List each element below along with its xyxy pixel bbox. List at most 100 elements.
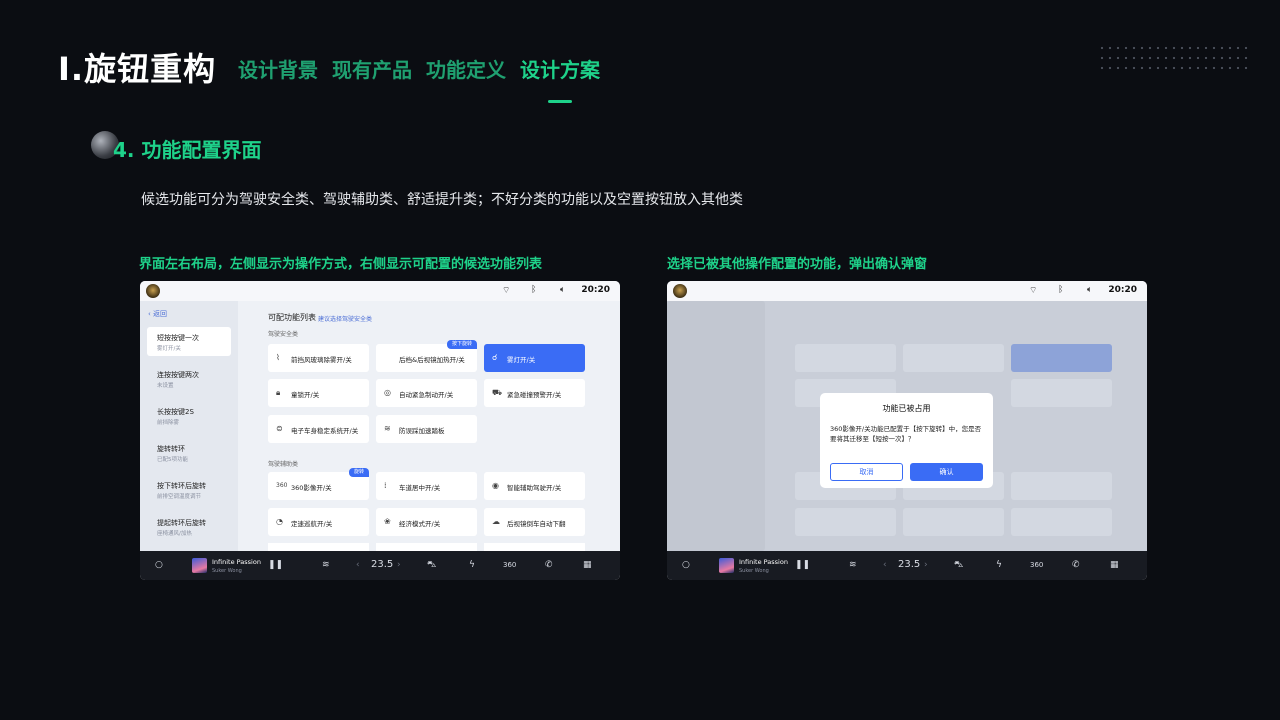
clock: 20:20 (1108, 285, 1137, 295)
function-button[interactable]: 🔒︎ 童锁开/关 (268, 379, 369, 407)
confirm-button[interactable]: 确认 (910, 463, 983, 481)
function-button[interactable]: 按下旋转 后档&后视镜加热开/关 (376, 340, 477, 372)
smart-drive-icon: ◉ (492, 481, 499, 490)
home-icon[interactable]: ○ (682, 560, 690, 570)
function-button[interactable]: ☁ 后视镜倒车自动下翻 (484, 508, 585, 536)
tab-function-definition[interactable]: 功能定义 (426, 54, 506, 83)
category-label: 驾驶辅助类 (268, 461, 299, 468)
defrost-icon: ⌇ (276, 353, 280, 362)
song-title: Infinite Passion (739, 558, 788, 566)
function-button[interactable]: ◉ 智能辅助驾驶开/关 (484, 472, 585, 500)
operation-item[interactable]: 旋转转环 已配5项功能 (147, 438, 231, 467)
function-button[interactable]: ⊜ 电子车身稳定系统开/关 (268, 415, 369, 443)
phone-icon[interactable]: ✆ (545, 560, 553, 570)
function-list-hint: 建议选择驾驶安全类 (318, 316, 373, 323)
function-button[interactable]: 旋转 360 360影像开/关 (268, 468, 369, 500)
function-button[interactable]: ☌ 雾灯开/关 (484, 344, 585, 372)
temperature-value: 23.5 (371, 559, 394, 570)
blurred-button (903, 344, 1004, 372)
bluetooth-icon: ᛒ (531, 285, 537, 295)
home-icon[interactable]: ○ (155, 560, 163, 570)
function-button[interactable]: ◎ 自动紧急制动开/关 (376, 379, 477, 407)
operation-item[interactable]: 按下转环后旋转 前排空调温度调节 (147, 475, 231, 504)
dialog-title: 功能已被占用 (882, 404, 931, 413)
song-artist: Suker Wong (739, 568, 769, 574)
nav-tabs: 设计背景 现有产品 功能定义 设计方案 (238, 54, 600, 83)
blurred-button (1011, 472, 1112, 500)
fan-icon[interactable]: ≋ (849, 560, 857, 570)
mirror-icon: ☁ (492, 517, 500, 526)
pause-icon[interactable]: ❚❚ (268, 560, 283, 570)
function-button[interactable]: ◔ 定速巡航开/关 (268, 508, 369, 536)
section-description: 候选功能可分为驾驶安全类、驾驶辅助类、舒适提升类；不好分类的功能以及空置按钮放入… (141, 192, 743, 208)
avatar[interactable] (146, 284, 160, 298)
blurred-button (1011, 379, 1112, 407)
cruise-icon: ◔ (276, 517, 283, 526)
function-button[interactable]: ≋ 防误踩加速踏板 (376, 415, 477, 443)
chevron-right-icon[interactable]: › (397, 560, 401, 570)
blurred-button (795, 508, 896, 536)
car-icon[interactable]: ⛍ (427, 560, 436, 571)
album-art[interactable] (719, 558, 734, 573)
partial-row (268, 543, 585, 551)
cancel-button[interactable]: 取消 (830, 463, 903, 481)
wifi-icon: ⌔ (502, 286, 511, 296)
blurred-button (903, 508, 1004, 536)
avatar[interactable] (673, 284, 687, 298)
operation-panel: ‹ 返回 短按按键一次 雾灯开/关 连按按键两次 未设置 长按按键2S 前挡除雾… (140, 301, 238, 551)
fog-light-icon: ☌ (492, 353, 498, 362)
function-button[interactable]: ⛟ 紧急碰撞预警开/关 (484, 379, 585, 407)
flash-icon[interactable]: ϟ (469, 560, 475, 570)
volume-icon[interactable]: 🔈︎ (1087, 285, 1092, 295)
confirm-dialog: 功能已被占用 360影像开/关功能已配置于【按下旋转】中，您是否要将其迁移至【短… (820, 393, 993, 488)
operation-item[interactable]: 短按按键一次 雾灯开/关 (147, 327, 231, 356)
chevron-left-icon[interactable]: ‹ (883, 560, 887, 570)
caption-right: 选择已被其他操作配置的功能，弹出确认弹窗 (667, 257, 928, 272)
status-bar: ⌔ ᛒ 🔈︎ 20:20 (140, 281, 620, 301)
pedal-icon: ≋ (384, 424, 391, 433)
dock-bar: ○ Infinite Passion Suker Wong ❚❚ ≋ ‹ 23.… (667, 551, 1147, 580)
dimmed-background[interactable]: 功能已被占用 360影像开/关功能已配置于【按下旋转】中，您是否要将其迁移至【短… (667, 301, 1147, 551)
tab-design-solution[interactable]: 设计方案 (520, 54, 600, 83)
camera-360-icon[interactable]: 360 (1030, 561, 1043, 569)
status-badge: 按下旋转 (446, 340, 477, 349)
decorative-dot-grid (1098, 43, 1248, 73)
function-button[interactable]: ⁞ 车道居中开/关 (376, 472, 477, 500)
status-bar: ⌔ ᛒ 🔈︎ 20:20 (667, 281, 1147, 301)
fan-icon[interactable]: ≋ (322, 560, 330, 570)
album-art[interactable] (192, 558, 207, 573)
apps-icon[interactable]: ▦ (1110, 560, 1119, 570)
phone-icon[interactable]: ✆ (1072, 560, 1080, 570)
blurred-button (1011, 508, 1112, 536)
wifi-icon: ⌔ (1029, 286, 1038, 296)
back-button[interactable]: ‹ 返回 (148, 309, 167, 319)
tab-existing-products[interactable]: 现有产品 (332, 54, 412, 83)
tab-design-background[interactable]: 设计背景 (238, 54, 318, 83)
emergency-brake-icon: ◎ (384, 388, 391, 397)
chevron-right-icon[interactable]: › (924, 560, 928, 570)
function-button[interactable]: ❀ 经济模式开/关 (376, 508, 477, 536)
eco-icon: ❀ (384, 517, 391, 526)
camera-360-icon[interactable]: 360 (503, 561, 516, 569)
brand-title: I.旋钮重构 (58, 50, 217, 88)
flash-icon[interactable]: ϟ (996, 560, 1002, 570)
operation-item[interactable]: 提起转环后旋转 座椅通风/加热 (147, 512, 231, 541)
apps-icon[interactable]: ▦ (583, 560, 592, 570)
chevron-left-icon[interactable]: ‹ (356, 560, 360, 570)
song-artist: Suker Wong (212, 568, 242, 574)
temperature-value: 23.5 (898, 559, 921, 570)
category-label: 驾驶安全类 (268, 331, 299, 338)
blurred-button (795, 344, 896, 372)
car-icon[interactable]: ⛍ (954, 560, 963, 571)
operation-item[interactable]: 长按按键2S 前挡除雾 (147, 401, 231, 430)
volume-icon[interactable]: 🔈︎ (560, 285, 565, 295)
operation-item[interactable]: 连按按键两次 未设置 (147, 364, 231, 393)
lane-center-icon: ⁞ (384, 481, 387, 490)
config-screen-left: ⌔ ᛒ 🔈︎ 20:20 ‹ 返回 短按按键一次 雾灯开/关 连按按键两次 未设… (140, 281, 620, 580)
function-button[interactable]: ⌇ 前挡风玻璃除雾开/关 (268, 344, 369, 372)
function-list-title: 可配功能列表 (268, 313, 316, 322)
dock-bar: ○ Infinite Passion Suker Wong ❚❚ ≋ ‹ 23.… (140, 551, 620, 580)
pause-icon[interactable]: ❚❚ (795, 560, 810, 570)
blurred-button (1011, 344, 1112, 372)
status-badge: 旋转 (348, 468, 369, 477)
